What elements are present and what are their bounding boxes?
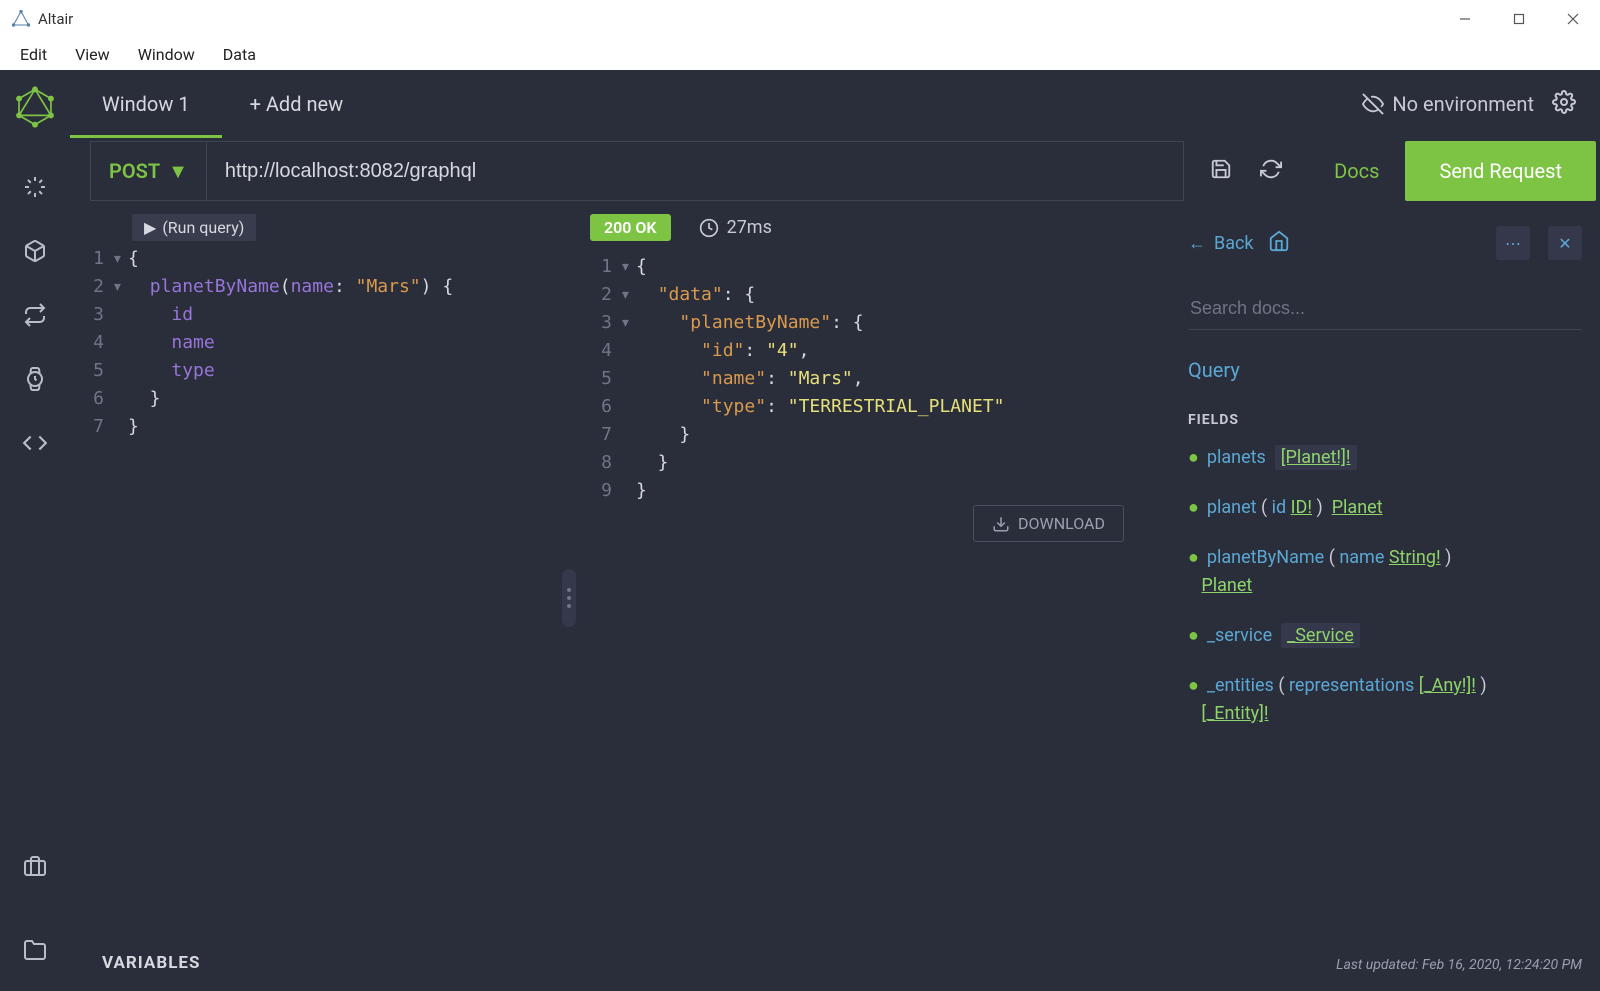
resize-handle[interactable] xyxy=(562,569,576,627)
tabs-row: Window 1 + Add new No environment xyxy=(70,70,1600,138)
docs-search-input[interactable] xyxy=(1188,288,1582,330)
docs-field[interactable]: ●_service _Service xyxy=(1188,622,1582,650)
run-query-button[interactable]: ▶ (Run query) xyxy=(132,214,256,241)
url-field-wrap xyxy=(207,141,1184,201)
pane-divider-2 xyxy=(1152,204,1170,991)
box-icon[interactable] xyxy=(22,238,48,264)
app-root: Window 1 + Add new No environment POST ▼ xyxy=(0,70,1600,991)
download-icon xyxy=(992,515,1010,533)
query-editor[interactable]: 1▾{2▾ planetByName(name: "Mars") {3 id4 … xyxy=(82,241,560,441)
app-logo-icon xyxy=(12,10,30,28)
menu-edit[interactable]: Edit xyxy=(6,41,61,68)
docs-field[interactable]: ●_entities ( representations [_Any!]! ) … xyxy=(1188,672,1582,728)
docs-toggle[interactable]: Docs xyxy=(1308,159,1405,183)
eye-off-icon xyxy=(1362,93,1384,115)
clock-icon xyxy=(699,218,719,238)
docs-footer: Last updated: Feb 16, 2020, 12:24:20 PM xyxy=(1188,937,1582,973)
query-pane: ▶ (Run query) 1▾{2▾ planetByName(name: "… xyxy=(70,204,560,991)
folder-icon[interactable] xyxy=(22,937,48,963)
response-time: 27ms xyxy=(699,217,772,238)
graphql-logo-icon xyxy=(14,86,56,132)
play-icon: ▶ xyxy=(144,218,156,237)
settings-button[interactable] xyxy=(1552,90,1576,119)
response-time-value: 27ms xyxy=(727,217,772,238)
tab-window-1[interactable]: Window 1 xyxy=(70,70,222,138)
menu-data[interactable]: Data xyxy=(209,41,270,68)
run-query-label: (Run query) xyxy=(162,218,244,237)
save-icon[interactable] xyxy=(1210,158,1232,184)
code-icon[interactable] xyxy=(22,430,48,456)
environment-selector[interactable]: No environment xyxy=(1362,92,1534,116)
briefcase-icon[interactable] xyxy=(22,853,48,879)
url-bar: POST ▼ Docs Send Request xyxy=(70,138,1600,204)
minimize-button[interactable] xyxy=(1438,0,1492,38)
menu-window[interactable]: Window xyxy=(124,41,209,68)
docs-back-button[interactable]: ← Back xyxy=(1188,233,1254,254)
docs-more-button[interactable]: ⋯ xyxy=(1496,226,1530,260)
url-input[interactable] xyxy=(225,160,1165,183)
docs-home-button[interactable] xyxy=(1268,230,1290,256)
menubar: Edit View Window Data xyxy=(0,38,1600,70)
repeat-icon[interactable] xyxy=(22,302,48,328)
workspace: ▶ (Run query) 1▾{2▾ planetByName(name: "… xyxy=(70,204,1600,991)
docs-fields-heading: FIELDS xyxy=(1188,412,1582,428)
docs-back-label: Back xyxy=(1214,233,1254,254)
variables-toggle[interactable]: VARIABLES xyxy=(102,953,560,973)
menu-view[interactable]: View xyxy=(61,41,124,68)
maximize-button[interactable] xyxy=(1492,0,1546,38)
docs-fields-list: ●planets [Planet!]! ●planet ( id ID! ) Pl… xyxy=(1188,444,1582,750)
docs-nav: ← Back ⋯ ✕ xyxy=(1188,226,1582,260)
response-viewer[interactable]: 1▾{2▾ "data": {3▾ "planetByName": {4 "id… xyxy=(590,249,1152,505)
watch-icon[interactable] xyxy=(22,366,48,392)
download-button[interactable]: DOWNLOAD xyxy=(973,505,1124,542)
docs-close-button[interactable]: ✕ xyxy=(1548,226,1582,260)
download-label: DOWNLOAD xyxy=(1018,514,1105,533)
docs-field[interactable]: ●planet ( id ID! ) Planet xyxy=(1188,494,1582,522)
main-column: Window 1 + Add new No environment POST ▼ xyxy=(70,70,1600,991)
left-rail xyxy=(0,70,70,991)
docs-root-type[interactable]: Query xyxy=(1188,358,1582,382)
window-title: Altair xyxy=(38,10,73,28)
arrow-left-icon: ← xyxy=(1188,233,1206,254)
response-pane: 200 OK 27ms 1▾{2▾ "data": {3▾ "planetByN… xyxy=(578,204,1152,991)
docs-field[interactable]: ●planetByName ( name String! ) Planet xyxy=(1188,544,1582,600)
close-button[interactable] xyxy=(1546,0,1600,38)
window-controls xyxy=(1438,0,1600,38)
environment-label: No environment xyxy=(1392,92,1534,116)
http-method-label: POST xyxy=(109,159,160,183)
loading-icon[interactable] xyxy=(22,174,48,200)
window-titlebar: Altair xyxy=(0,0,1600,38)
docs-pane: ← Back ⋯ ✕ Query FIELDS ●planets [Planet… xyxy=(1170,204,1600,991)
reload-icon[interactable] xyxy=(1260,158,1282,184)
gear-icon xyxy=(1552,90,1576,114)
caret-down-icon: ▼ xyxy=(168,159,188,184)
status-badge: 200 OK xyxy=(590,214,671,241)
http-method-selector[interactable]: POST ▼ xyxy=(90,141,207,201)
send-request-button[interactable]: Send Request xyxy=(1405,141,1596,201)
add-tab-button[interactable]: + Add new xyxy=(222,92,372,116)
pane-divider-1 xyxy=(560,204,578,991)
docs-field[interactable]: ●planets [Planet!]! xyxy=(1188,444,1582,472)
